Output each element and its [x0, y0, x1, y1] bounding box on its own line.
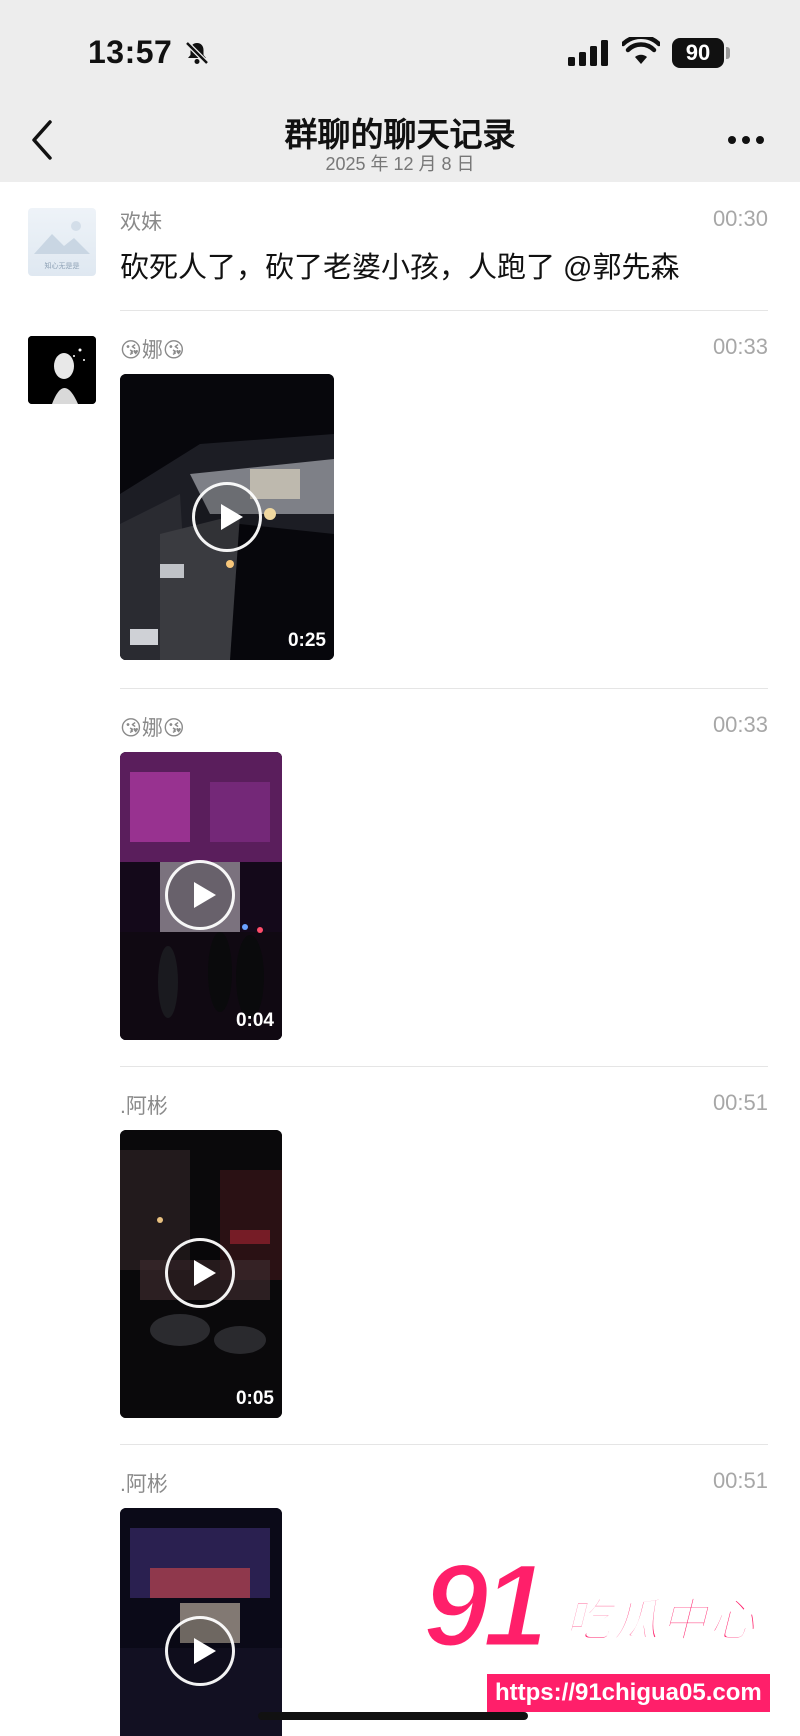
- divider: [120, 310, 768, 311]
- page-title: 群聊的聊天记录: [284, 116, 516, 153]
- watermark-name: 吃瓜中心: [564, 1593, 757, 1647]
- video-duration: 0:05: [235, 1388, 274, 1409]
- divider: [120, 688, 768, 689]
- top-bar: 13:57 90 群聊的聊天记录 2025 年 12 月 8 日: [0, 0, 800, 182]
- video-duration: 0:25: [287, 630, 326, 651]
- play-button[interactable]: [165, 1616, 235, 1686]
- video-duration: 0:04: [235, 1010, 274, 1031]
- message-item: 😘娜😘 00:33 0:04: [0, 690, 800, 1068]
- message-time: 00:51: [712, 1468, 768, 1493]
- avatar-caption: 知心无是是: [45, 261, 80, 270]
- chat-history-screen: 13:57 90 群聊的聊天记录 2025 年 12 月 8 日 知心无是是 欢…: [0, 0, 800, 1736]
- video-thumbnail[interactable]: [120, 1508, 282, 1736]
- watermark: 91 吃瓜中心 https://91chigua05.com: [415, 1539, 800, 1736]
- message-item: .阿彬 00:51 0:05: [0, 1068, 800, 1446]
- watermark-number: 91: [421, 1539, 549, 1674]
- status-time: 13:57: [88, 34, 173, 70]
- divider: [120, 1066, 768, 1067]
- sender-name: 😘娜😘: [120, 339, 185, 362]
- video-thumbnail[interactable]: 0:04: [120, 752, 282, 1040]
- bell-slash-icon: [185, 41, 209, 65]
- sender-name: .阿彬: [120, 1473, 168, 1496]
- video-thumbnail[interactable]: 0:25: [120, 374, 334, 660]
- message-text: 砍死人了，砍了老婆小孩，人跑了 @郭先森: [120, 252, 680, 284]
- avatar[interactable]: 知心无是是: [28, 208, 96, 276]
- watermark-url: https://91chigua05.com: [485, 1672, 772, 1714]
- message-item: 😘娜😘 00:33 0:25: [0, 312, 800, 690]
- play-button[interactable]: [165, 860, 235, 930]
- battery-tip: [726, 47, 730, 59]
- home-indicator: [258, 1712, 528, 1720]
- message-item: 知心无是是 欢妹 00:30 砍死人了，砍了老婆小孩，人跑了 @郭先森: [0, 182, 800, 312]
- more-dots-icon[interactable]: [726, 134, 766, 146]
- message-time: 00:33: [712, 334, 768, 359]
- sender-name: 😘娜😘: [120, 717, 185, 740]
- message-time: 00:33: [712, 712, 768, 737]
- play-button[interactable]: [165, 1238, 235, 1308]
- landscape-image-icon: 知心无是是: [34, 221, 90, 270]
- divider: [120, 1444, 768, 1445]
- sender-name: 欢妹: [120, 211, 162, 234]
- sender-name: .阿彬: [120, 1095, 168, 1118]
- signal-icon: [568, 40, 608, 66]
- play-button[interactable]: [192, 482, 262, 552]
- battery-icon: 90: [672, 38, 724, 68]
- wifi-icon: [622, 37, 660, 64]
- avatar-photo-image: [28, 336, 96, 404]
- message-time: 00:51: [712, 1090, 768, 1115]
- page-subtitle-date: 2025 年 12 月 8 日: [325, 154, 475, 174]
- avatar[interactable]: [28, 336, 96, 404]
- video-thumbnail[interactable]: 0:05: [120, 1130, 282, 1418]
- message-time: 00:30: [712, 206, 768, 231]
